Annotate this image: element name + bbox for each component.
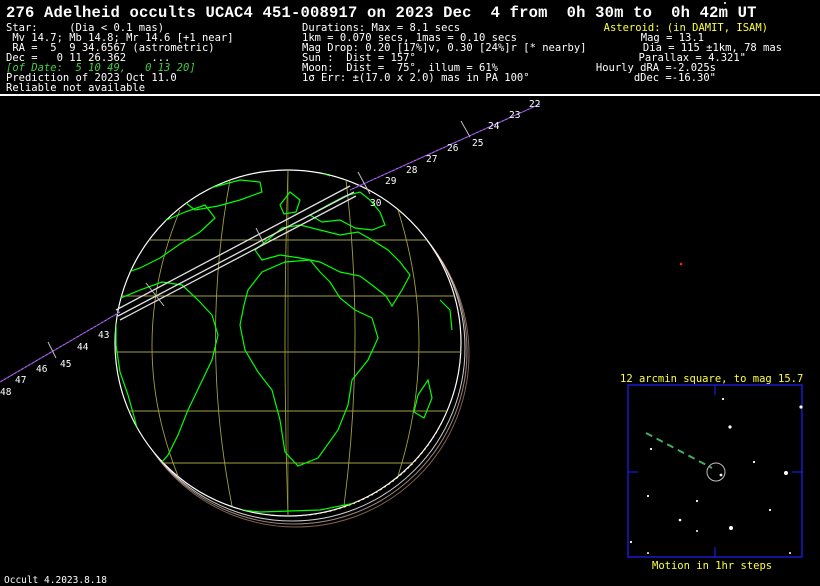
observer-marker: [679, 262, 683, 266]
tick-label-44: 44: [77, 342, 89, 353]
finder-chart: [627, 384, 803, 558]
field-stars: [629, 397, 803, 554]
tick-label-22: 22: [529, 99, 540, 110]
tick-label-45: 45: [60, 359, 71, 370]
top-marker: [724, 2, 726, 4]
tick-label-26: 26: [447, 143, 459, 154]
asteroid-motion: [645, 432, 713, 469]
tick-label-23: 23: [509, 110, 520, 121]
tick-label-46: 46: [36, 364, 48, 375]
tick-label-27: 27: [426, 154, 437, 165]
version-footer: Occult 4.2023.8.18: [4, 575, 107, 586]
tick-label-29: 29: [385, 176, 397, 187]
finder-footer: Motion in 1hr steps: [652, 560, 773, 572]
tick-label-30: 30: [370, 198, 382, 209]
tick-label-25: 25: [472, 138, 483, 149]
finder-title: 12 arcmin square, to mag 15.7: [620, 373, 804, 385]
occultation-map: 22 23 24 25 26 27 28 29 30 43 44 45 46 4…: [0, 2, 803, 558]
target-star-circle: [706, 462, 726, 482]
tick-label-47: 47: [15, 375, 26, 386]
tick-label-48: 48: [0, 387, 12, 398]
tick-label-28: 28: [406, 165, 418, 176]
tick-label-43: 43: [98, 330, 109, 341]
tick-label-24: 24: [488, 121, 500, 132]
